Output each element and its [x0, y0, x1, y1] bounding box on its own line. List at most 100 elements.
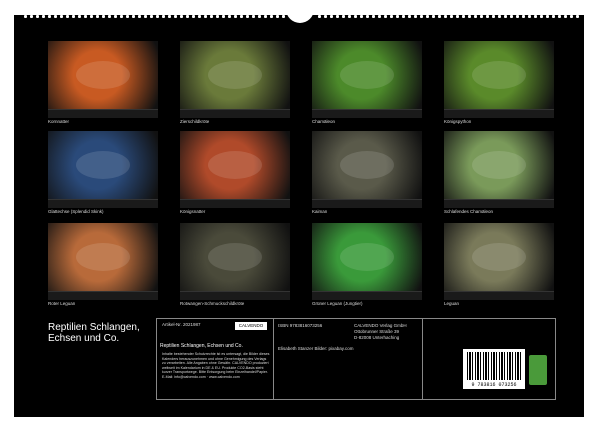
binding-hole — [378, 15, 381, 18]
binding-hole — [570, 15, 573, 18]
photo-caption: Rotwangen-Schmuckschildkröte — [180, 301, 245, 306]
binding-hole — [534, 15, 537, 18]
animal-silhouette — [208, 61, 262, 89]
animal-silhouette — [76, 243, 130, 271]
binding-hole — [180, 15, 183, 18]
calendar-title: Reptilien Schlangen, Echsen und Co. — [48, 322, 140, 344]
binding-hole — [30, 15, 33, 18]
photo-caption: Glattechse (Splendid Skink) — [48, 209, 104, 214]
binding-hole — [246, 15, 249, 18]
month-tile: Zierschildkröte — [180, 41, 290, 124]
binding-hole — [114, 15, 117, 18]
calendar-strip — [312, 109, 422, 118]
calendar-strip — [180, 291, 290, 300]
binding-hole — [528, 15, 531, 18]
animal-silhouette — [76, 61, 130, 89]
barcode-number: 9 783816 073256 — [471, 382, 517, 388]
photo-caption: Grüner Leguan (Jungtier) — [312, 301, 363, 306]
binding-hole — [342, 15, 345, 18]
month-tile: Königspython — [444, 41, 554, 124]
image-credit: Elisabeth Stanzer Bilder: pixabay.com — [278, 346, 354, 351]
animal-silhouette — [472, 61, 526, 89]
binding-hole — [348, 15, 351, 18]
photo-caption: Zierschildkröte — [180, 119, 210, 124]
binding-hole — [156, 15, 159, 18]
info-barcode-column: 9 783816 073256 — [423, 319, 555, 399]
binding-hole — [54, 15, 57, 18]
binding-hole — [162, 15, 165, 18]
reptile-photo — [180, 223, 290, 291]
binding-hole — [90, 15, 93, 18]
binding-hole — [420, 15, 423, 18]
binding-hole — [198, 15, 201, 18]
month-tile: Kornnatter — [48, 41, 158, 124]
binding-hole — [330, 15, 333, 18]
binding-hole — [468, 15, 471, 18]
company-city: D-82008 Unterhaching — [354, 335, 400, 340]
binding-hole — [432, 15, 435, 18]
photo-caption: Schlafendes Chamäleon — [444, 209, 494, 214]
reptile-photo — [48, 131, 158, 199]
calendar-strip — [444, 199, 554, 208]
month-tile: Rotwangen-Schmuckschildkröte — [180, 223, 290, 306]
calendar-strip — [312, 291, 422, 300]
binding-hole — [216, 15, 219, 18]
binding-hole — [252, 15, 255, 18]
animal-silhouette — [472, 151, 526, 179]
calendar-strip — [180, 109, 290, 118]
binding-hole — [204, 15, 207, 18]
binding-hole — [402, 15, 405, 18]
binding-hole — [408, 15, 411, 18]
calendar-strip — [180, 199, 290, 208]
binding-hole — [168, 15, 171, 18]
barcode-bars — [467, 352, 521, 380]
reptile-photo — [444, 41, 554, 109]
month-tile: Leguan — [444, 223, 554, 306]
photo-caption: Chamäleon — [312, 119, 336, 124]
binding-hole — [264, 15, 267, 18]
calendar-strip — [48, 291, 158, 300]
binding-hole — [48, 15, 51, 18]
animal-silhouette — [208, 151, 262, 179]
binding-hole — [186, 15, 189, 18]
calendar-strip — [444, 291, 554, 300]
animal-silhouette — [340, 243, 394, 271]
reptile-photo — [48, 41, 158, 109]
binding-hole — [42, 15, 45, 18]
month-tile: Glattechse (Splendid Skink) — [48, 131, 158, 214]
binding-hole — [558, 15, 561, 18]
binding-hole — [96, 15, 99, 18]
binding-hole — [150, 15, 153, 18]
binding-hole — [546, 15, 549, 18]
binding-hole — [426, 15, 429, 18]
photo-caption: Kornnatter — [48, 119, 70, 124]
binding-hole — [414, 15, 417, 18]
binding-hole — [390, 15, 393, 18]
info-publisher-column: Artikel-Nr. 2021987 CALVENDO Inhalte bes… — [162, 319, 423, 399]
binding-hole — [234, 15, 237, 18]
animal-silhouette — [472, 243, 526, 271]
binding-hole — [318, 15, 321, 18]
calvendo-logo: CALVENDO — [235, 322, 267, 330]
binding-hole — [132, 15, 135, 18]
binding-hole — [78, 15, 81, 18]
binding-hole — [36, 15, 39, 18]
binding-hole — [228, 15, 231, 18]
spiral-binding-holes — [0, 15, 600, 21]
binding-hole — [192, 15, 195, 18]
binding-hole — [126, 15, 129, 18]
legal-text: Inhalte bestehender Schutzrechte ist es … — [162, 352, 270, 379]
product-info-box: Reptilien Schlangen, Echsen und Co. Arti… — [156, 318, 556, 400]
reptile-photo — [180, 131, 290, 199]
binding-hole — [210, 15, 213, 18]
binding-hole — [108, 15, 111, 18]
binding-hole — [144, 15, 147, 18]
binding-hole — [366, 15, 369, 18]
article-number: Artikel-Nr. 2021987 — [162, 322, 201, 327]
binding-hole — [240, 15, 243, 18]
binding-hole — [384, 15, 387, 18]
animal-silhouette — [76, 151, 130, 179]
company-name: CALVENDO Verlag GmbH — [354, 323, 407, 328]
binding-hole — [486, 15, 489, 18]
reptile-photo — [48, 223, 158, 291]
